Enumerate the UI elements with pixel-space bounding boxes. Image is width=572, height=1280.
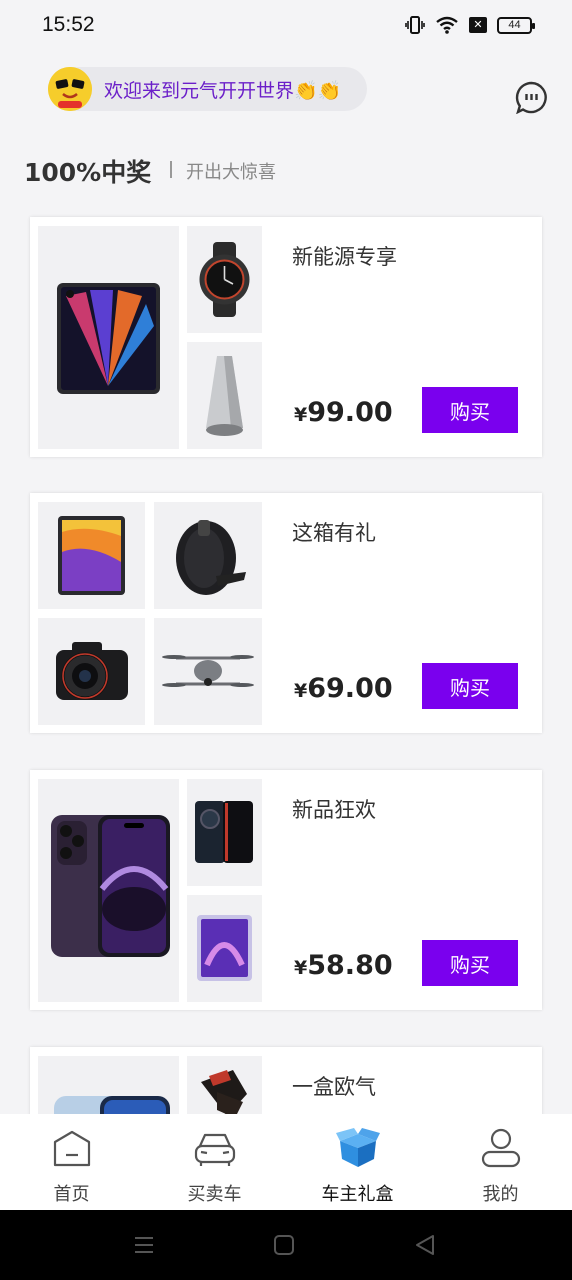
bottom-tab-bar: 首页 买卖车 车主礼盒 我的: [0, 1114, 572, 1210]
tab-label: 买卖车: [187, 1184, 242, 1205]
product-camera-image: [38, 618, 145, 725]
user-icon: [481, 1128, 520, 1168]
product-figure-image: [187, 1056, 262, 1114]
menu-icon[interactable]: [132, 1234, 156, 1256]
welcome-banner[interactable]: 欢迎来到元气开开世界👏👏: [48, 67, 367, 111]
product-tablet-image: [38, 226, 179, 449]
gift-box-card[interactable]: 新能源专享 ¥99.00 购买: [30, 217, 542, 457]
product-tablet-image: [187, 895, 262, 1002]
gift-box-icon: [335, 1128, 380, 1167]
tab-label: 车主礼盒: [321, 1184, 394, 1205]
back-icon[interactable]: [413, 1234, 437, 1256]
status-time: 15:52: [42, 13, 95, 36]
tab-gift-box[interactable]: 车主礼盒: [286, 1114, 429, 1210]
avatar[interactable]: [48, 67, 92, 111]
price-currency: ¥: [294, 680, 308, 702]
home-icon: [53, 1130, 90, 1167]
tab-label: 首页: [53, 1184, 90, 1205]
car-icon: [194, 1133, 235, 1166]
gift-box-card[interactable]: 一盒欧气: [30, 1047, 542, 1114]
status-icons: ✕ 44: [405, 14, 535, 36]
gift-box-card[interactable]: 新品狂欢 ¥58.80 购买: [30, 770, 542, 1010]
product-smartwatch-image: [187, 226, 262, 333]
card-title: 新能源专享: [292, 245, 397, 269]
tab-home[interactable]: 首页: [0, 1114, 143, 1210]
product-phone-image: [38, 1056, 179, 1114]
product-drone-image: [154, 618, 262, 725]
vibrate-icon: [405, 16, 425, 34]
section-subtitle: 开出大惊喜: [186, 162, 276, 183]
chat-bubble-icon[interactable]: [515, 81, 548, 114]
card-price: ¥99.00: [294, 397, 393, 428]
tab-mine[interactable]: 我的: [429, 1114, 572, 1210]
tab-buy-sell-car[interactable]: 买卖车: [143, 1114, 286, 1210]
product-speaker-image: [187, 342, 262, 449]
battery-icon: 44: [497, 16, 535, 34]
card-title: 这箱有礼: [292, 521, 376, 545]
gift-box-card[interactable]: 这箱有礼 ¥69.00 购买: [30, 493, 542, 733]
product-phone-back-image: [187, 779, 262, 886]
welcome-text: 欢迎来到元气开开世界👏👏: [104, 79, 342, 102]
product-unicycle-image: [154, 502, 262, 609]
card-price: ¥69.00: [294, 673, 393, 704]
card-title: 新品狂欢: [292, 798, 376, 822]
wifi-icon: [436, 16, 458, 34]
price-value: 99.00: [307, 397, 393, 428]
gift-box-list[interactable]: 新能源专享 ¥99.00 购买 这箱有礼 ¥69.00 购买 新品狂欢 ¥58.…: [0, 200, 572, 1114]
tab-label: 我的: [482, 1184, 519, 1205]
price-value: 69.00: [307, 673, 393, 704]
product-tablet-image: [38, 502, 145, 609]
card-title: 一盒欧气: [292, 1075, 376, 1099]
no-sim-icon: ✕: [469, 17, 487, 33]
status-bar: 15:52 ✕ 44: [0, 0, 572, 52]
price-currency: ¥: [294, 957, 308, 979]
product-phone-image: [38, 779, 179, 1002]
system-nav-bar: [0, 1210, 572, 1280]
buy-button[interactable]: 购买: [422, 940, 518, 986]
buy-button[interactable]: 购买: [422, 663, 518, 709]
price-currency: ¥: [294, 404, 308, 426]
price-value: 58.80: [307, 950, 393, 981]
card-price: ¥58.80: [294, 950, 393, 981]
buy-button[interactable]: 购买: [422, 387, 518, 433]
home-square-icon[interactable]: [272, 1234, 296, 1256]
section-title: 100%中奖: [24, 158, 152, 187]
mascot-logo: [48, 67, 92, 111]
section-divider: [170, 161, 172, 178]
